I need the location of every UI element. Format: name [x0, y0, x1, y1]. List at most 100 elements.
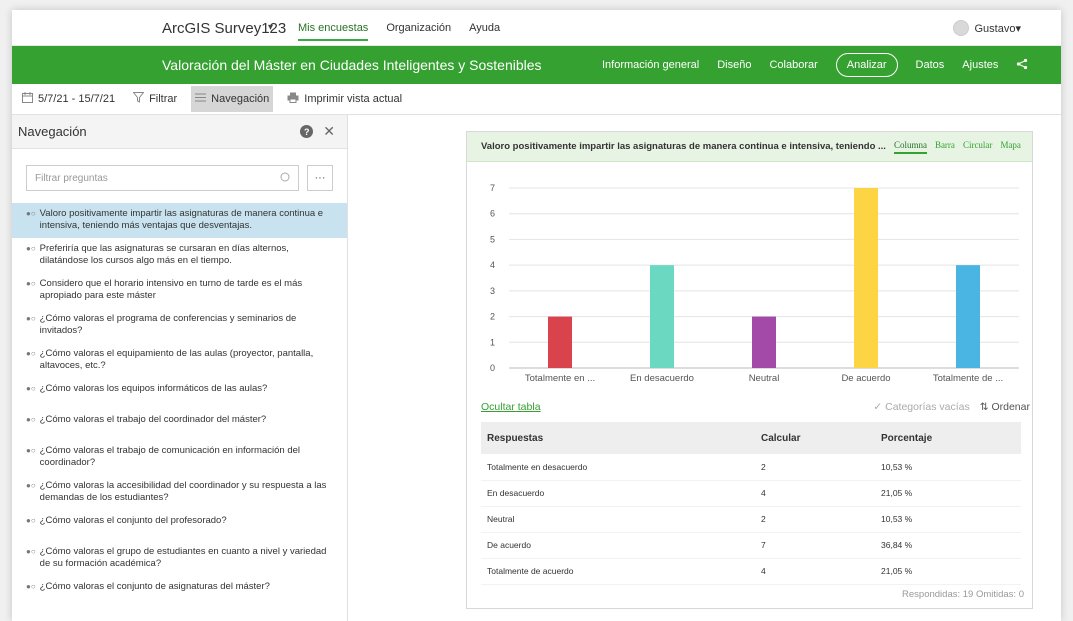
list-item[interactable]: ●○ ¿Cómo valoras el trabajo del coordinad…: [12, 409, 347, 440]
nav-help[interactable]: Ayuda: [469, 22, 500, 41]
results-table: Respuestas Calcular Porcentaje Totalment…: [481, 422, 1021, 585]
y-tick-label: 6: [490, 209, 495, 219]
cell-response: En desacuerdo: [481, 480, 755, 507]
user-menu[interactable]: Gustavo▾: [952, 20, 1022, 36]
col-responses: Respuestas: [481, 422, 755, 454]
sort-button[interactable]: ⇅ Ordenar: [980, 401, 1030, 413]
list-item[interactable]: ●○ ¿Cómo valoras el conjunto del profesor…: [12, 510, 347, 541]
filter-label: Filtrar: [149, 93, 178, 105]
help-icon[interactable]: ?: [300, 125, 314, 138]
tab-analyze[interactable]: Analizar: [835, 53, 898, 77]
table-row: Totalmente en desacuerdo 2 10,53 %: [481, 454, 1021, 481]
empty-categories-label: Categorías vacías: [885, 401, 970, 413]
tab-map[interactable]: Mapa: [1000, 140, 1021, 154]
tab-settings[interactable]: Ajustes: [962, 59, 998, 71]
share-icon[interactable]: [1016, 58, 1028, 73]
tab-collaborate[interactable]: Colaborar: [769, 59, 817, 71]
tab-design[interactable]: Diseño: [717, 59, 751, 71]
bullet-icon: ●○: [26, 547, 36, 556]
question-text: ¿Cómo valoras el programa de conferencia…: [39, 313, 297, 336]
x-tick-label: De acuerdo: [841, 373, 890, 384]
question-text: Considero que el horario intensivo en tu…: [39, 278, 303, 301]
tab-data[interactable]: Datos: [916, 59, 945, 71]
y-tick-label: 1: [490, 337, 495, 347]
question-card: Valoro positivamente impartir las asigna…: [466, 131, 1033, 609]
tab-bar[interactable]: Barra: [935, 140, 955, 154]
filter-questions-input[interactable]: Filtrar preguntas: [26, 165, 299, 191]
x-tick-label: Totalmente de ...: [933, 373, 1003, 384]
cell-percent: 10,53 %: [875, 506, 1021, 533]
hide-table-link[interactable]: Ocultar tabla: [481, 401, 541, 413]
survey-header: Valoración del Máster en Ciudades Inteli…: [12, 46, 1061, 84]
cell-percent: 10,53 %: [875, 454, 1021, 481]
list-item[interactable]: ●○ Preferiría que las asignaturas se curs…: [12, 238, 347, 273]
card-header: Valoro positivamente impartir las asigna…: [467, 132, 1032, 162]
bar: [548, 316, 572, 368]
printer-icon: [287, 92, 299, 106]
list-item[interactable]: ●○ ¿Cómo valoras el grupo de estudiantes …: [12, 541, 347, 576]
bar: [854, 188, 878, 368]
tab-overview[interactable]: Información general: [602, 59, 699, 71]
filter-placeholder: Filtrar preguntas: [35, 172, 108, 184]
list-item[interactable]: ●○ ¿Cómo valoras el programa de conferenc…: [12, 308, 347, 343]
table-row: En desacuerdo 4 21,05 %: [481, 480, 1021, 507]
y-tick-label: 0: [490, 363, 495, 373]
y-tick-label: 4: [490, 260, 495, 270]
tab-column[interactable]: Columna: [893, 140, 927, 154]
list-item[interactable]: ●○ ¿Cómo valoras la accesibilidad del coo…: [12, 475, 347, 510]
close-icon[interactable]: ✕: [323, 123, 335, 140]
top-bar: ArcGIS Survey123 ▾ Mis encuestas Organiz…: [12, 10, 1061, 46]
response-count: Respondidas: 19 Omitidas: 0: [902, 589, 1024, 600]
app-window: ArcGIS Survey123 ▾ Mis encuestas Organiz…: [12, 10, 1061, 621]
list-item[interactable]: ●○ ¿Cómo valoras los equipos informáticos…: [12, 378, 347, 409]
tab-pie[interactable]: Circular: [963, 140, 993, 154]
panel-actions: ? ✕: [300, 123, 335, 140]
y-tick-label: 7: [490, 183, 495, 193]
navigation-panel: Navegación ? ✕ Filtrar preguntas ··· ●○ V…: [12, 115, 348, 621]
print-button[interactable]: Imprimir vista actual: [283, 86, 406, 112]
table-row: Neutral 2 10,53 %: [481, 506, 1021, 533]
bullet-icon: ●○: [26, 314, 36, 323]
question-text: ¿Cómo valoras el trabajo de comunicación…: [39, 445, 300, 468]
list-item[interactable]: ●○ Considero que el horario intensivo en …: [12, 273, 347, 308]
more-options-button[interactable]: ···: [307, 165, 333, 191]
table-controls: Ocultar tabla ✓ Categorías vacías ⇅ Orde…: [481, 401, 1032, 417]
list-item[interactable]: ●○ ¿Cómo valoras el conjunto de asignatur…: [12, 576, 347, 607]
question-text: Preferiría que las asignaturas se cursar…: [39, 243, 289, 266]
bullet-icon: ●○: [26, 349, 36, 358]
list-item[interactable]: ●○ Valoro positivamente impartir las asig…: [12, 203, 347, 238]
bar: [650, 265, 674, 368]
bullet-icon: ●○: [26, 415, 36, 424]
list-icon: [195, 92, 207, 106]
navigation-toggle[interactable]: Navegación: [191, 86, 274, 112]
y-tick-label: 5: [490, 234, 495, 244]
question-text: ¿Cómo valoras el conjunto de asignaturas…: [39, 581, 270, 592]
date-range-button[interactable]: 5/7/21 - 15/7/21: [18, 86, 119, 112]
y-tick-label: 2: [490, 312, 495, 322]
cell-count: 2: [755, 454, 875, 481]
y-tick-label: 3: [490, 286, 495, 296]
cell-count: 7: [755, 532, 875, 559]
cell-response: Totalmente en desacuerdo: [481, 454, 755, 481]
question-text: ¿Cómo valoras el trabajo del coordinador…: [39, 414, 267, 425]
bullet-icon: ●○: [26, 516, 36, 525]
bullet-icon: ●○: [26, 582, 36, 591]
nav-my-surveys[interactable]: Mis encuestas: [298, 22, 369, 41]
filter-button[interactable]: Filtrar: [129, 86, 181, 112]
question-text: ¿Cómo valoras el equipamiento de las aul…: [39, 348, 314, 371]
question-title: Valoro positivamente impartir las asigna…: [481, 141, 886, 152]
nav-organization[interactable]: Organización: [386, 22, 451, 41]
user-name: Gustavo▾: [974, 22, 1022, 35]
list-item[interactable]: ●○ ¿Cómo valoras el trabajo de comunicaci…: [12, 440, 347, 475]
top-nav: Mis encuestas Organización Ayuda: [298, 22, 500, 41]
x-tick-label: En desacuerdo: [630, 373, 694, 384]
table-row: Totalmente de acuerdo 4 21,05 %: [481, 558, 1021, 585]
bullet-icon: ●○: [26, 279, 36, 288]
chevron-down-icon[interactable]: ▾: [268, 22, 273, 33]
column-chart: 0 1 2 3 4 5 6 7 Totalmente en ... En desacuerdo Ne…: [490, 183, 1019, 384]
list-item[interactable]: ●○ ¿Cómo valoras el equipamiento de las a…: [12, 343, 347, 378]
cell-count: 4: [755, 558, 875, 585]
survey-nav: Información general Diseño Colaborar Ana…: [602, 53, 1028, 77]
date-range: 5/7/21 - 15/7/21: [38, 93, 116, 105]
empty-categories-checkbox[interactable]: ✓ Categorías vacías: [873, 401, 969, 413]
